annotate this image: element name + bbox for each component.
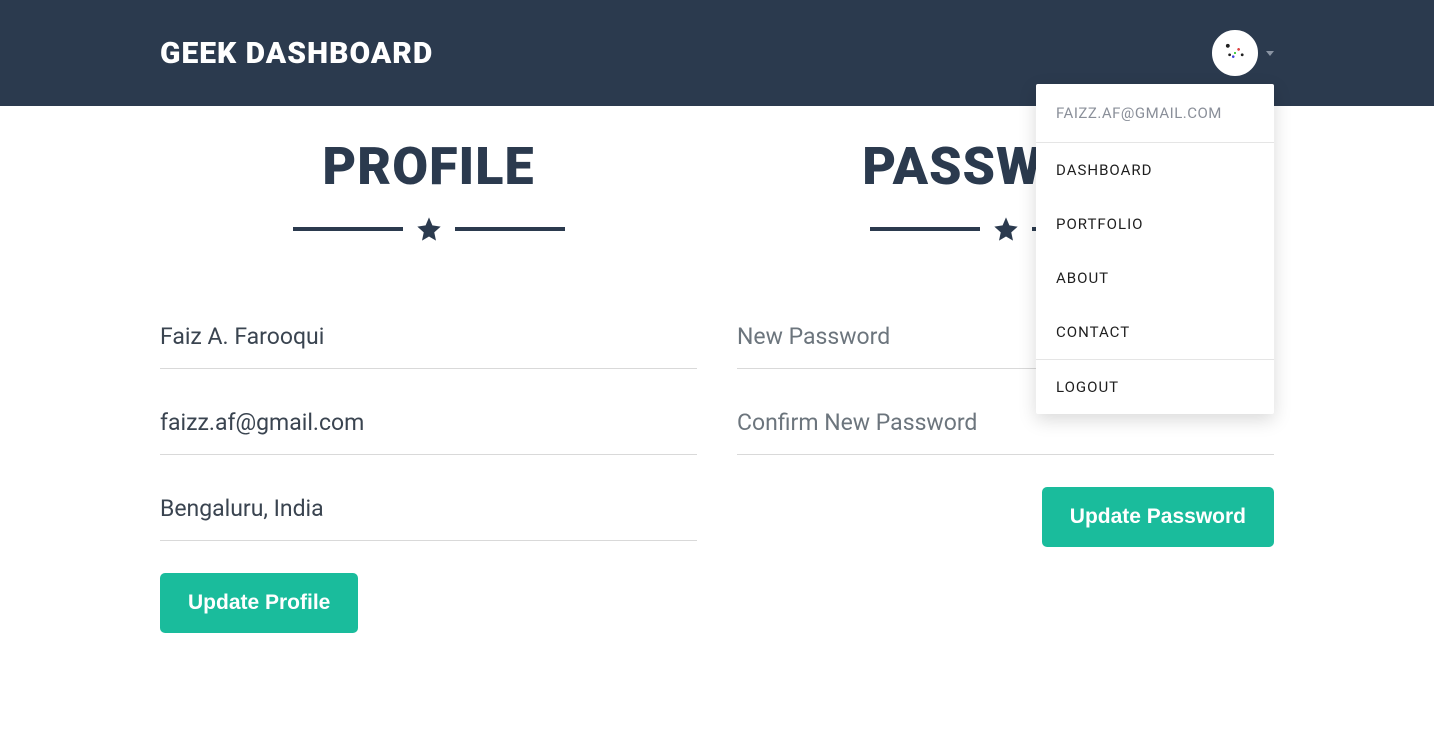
title-divider xyxy=(160,215,697,243)
avatar-image xyxy=(1217,35,1253,71)
divider-line xyxy=(293,227,403,231)
divider-line xyxy=(455,227,565,231)
profile-section: PROFILE Update Profile xyxy=(160,136,697,633)
profile-title: PROFILE xyxy=(160,136,697,197)
dropdown-item-logout[interactable]: LOGOUT xyxy=(1036,360,1274,414)
dropdown-item-portfolio[interactable]: PORTFOLIO xyxy=(1036,197,1274,251)
dropdown-item-dashboard[interactable]: DASHBOARD xyxy=(1036,143,1274,197)
header: GEEK DASHBOARD FAIZZ.AF@GMAIL.COM DASHBO… xyxy=(0,0,1434,106)
dropdown-item-about[interactable]: ABOUT xyxy=(1036,251,1274,305)
chevron-down-icon xyxy=(1266,51,1274,56)
divider-line xyxy=(870,227,980,231)
star-icon xyxy=(992,215,1020,243)
location-field[interactable] xyxy=(160,485,697,541)
name-field[interactable] xyxy=(160,313,697,369)
star-icon xyxy=(415,215,443,243)
update-profile-button[interactable]: Update Profile xyxy=(160,573,358,633)
email-field[interactable] xyxy=(160,399,697,455)
dropdown-item-contact[interactable]: CONTACT xyxy=(1036,305,1274,359)
dropdown-user-email: FAIZZ.AF@GMAIL.COM xyxy=(1036,84,1274,142)
user-dropdown: FAIZZ.AF@GMAIL.COM DASHBOARD PORTFOLIO A… xyxy=(1036,84,1274,414)
user-menu-toggle[interactable] xyxy=(1212,30,1274,76)
update-password-button[interactable]: Update Password xyxy=(1042,487,1274,547)
avatar xyxy=(1212,30,1258,76)
brand-title: GEEK DASHBOARD xyxy=(160,36,433,71)
